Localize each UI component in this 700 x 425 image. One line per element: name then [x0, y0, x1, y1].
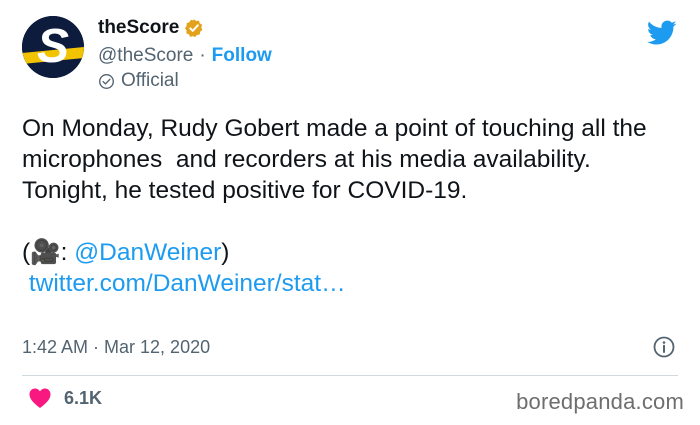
official-label-row: Official [98, 70, 179, 92]
credit-handle-link[interactable]: @DanWeiner [74, 239, 221, 266]
timestamp[interactable]: 1:42 AM · Mar 12, 2020 [22, 337, 210, 358]
watermark: boredpanda.com [516, 389, 684, 414]
credit-open: (🎥: [22, 239, 75, 266]
twitter-bird-icon[interactable] [647, 20, 677, 46]
verified-badge-icon [185, 19, 203, 37]
avatar[interactable]: S [22, 16, 84, 78]
official-check-icon [99, 73, 114, 89]
divider [22, 375, 678, 376]
thescore-logo: S [22, 16, 84, 78]
tweet-meta: 1:42 AM · Mar 12, 2020 [22, 337, 210, 358]
follow-button[interactable]: Follow [212, 45, 272, 67]
account-name-row: theScore [98, 16, 204, 40]
credit-close: ) [221, 239, 230, 266]
info-icon[interactable] [652, 335, 676, 359]
tweet-text: On Monday, Rudy Gobert made a point of t… [22, 113, 682, 299]
official-label: Official [121, 70, 179, 91]
like-count: 6.1K [64, 387, 103, 408]
account-name[interactable]: theScore [98, 17, 179, 39]
heart-icon[interactable] [28, 387, 52, 409]
tweet-link[interactable]: twitter.com/DanWeiner/stat… [29, 270, 346, 297]
handle-row: @theScore · Follow [98, 45, 272, 67]
svg-text:S: S [37, 20, 69, 73]
tweet-body: On Monday, Rudy Gobert made a point of t… [22, 115, 654, 204]
like-action[interactable]: 6.1K [28, 387, 102, 409]
separator-dot: · [199, 45, 206, 66]
account-handle[interactable]: @theScore [98, 45, 193, 67]
